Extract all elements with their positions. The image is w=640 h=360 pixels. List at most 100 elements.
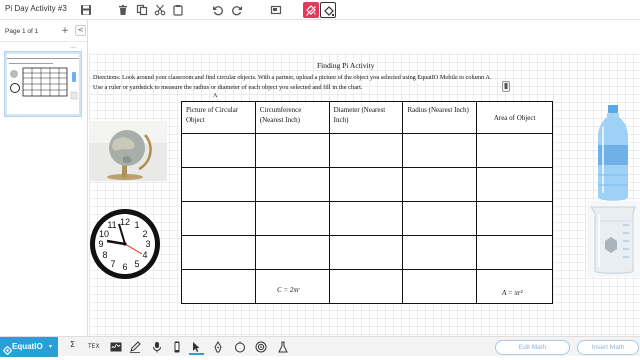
table-cell[interactable] (402, 201, 478, 236)
svg-text:6: 6 (122, 262, 127, 272)
paste-icon[interactable] (172, 4, 184, 16)
table-cell[interactable] (181, 235, 256, 270)
insert-math-button[interactable]: Insert Math (577, 340, 639, 355)
mobile-upload-icon[interactable] (502, 81, 510, 92)
header-picture: Picture of Circular Object (181, 101, 256, 134)
table-cell[interactable] (254, 133, 330, 168)
screenshot-icon[interactable] (270, 4, 282, 16)
table-cell[interactable] (402, 167, 478, 202)
table-cell[interactable] (254, 167, 330, 202)
water-bottle-image[interactable] (594, 105, 632, 205)
column-a-label: A (213, 93, 218, 99)
fill-active-icon[interactable] (303, 2, 319, 18)
table-cell[interactable] (328, 167, 404, 202)
svg-text:5: 5 (134, 259, 139, 269)
table-cell[interactable] (476, 201, 553, 236)
document-heading: Finding Pi Activity (317, 61, 375, 70)
table-cell[interactable] (402, 235, 478, 270)
active-tool-indicator (189, 353, 204, 355)
pen-tool-icon[interactable] (212, 341, 224, 353)
fill-icon[interactable] (320, 2, 336, 18)
table-row (181, 201, 553, 236)
table-cell[interactable] (181, 269, 256, 304)
wall-clock-image[interactable]: 12 1 2 345 678 9 10 11 (89, 206, 162, 282)
trash-icon[interactable] (117, 4, 129, 16)
table-row (181, 167, 553, 202)
mobile-icon[interactable] (171, 341, 183, 353)
table-cell[interactable] (328, 201, 404, 236)
equatio-brand-label: EquatIO (12, 342, 43, 351)
chevron-down-icon: ▾ (49, 343, 53, 350)
svg-text:12: 12 (120, 217, 130, 227)
microphone-icon[interactable] (151, 341, 163, 353)
svg-text:10: 10 (99, 229, 109, 239)
flask-icon[interactable] (277, 341, 289, 353)
header-radius: Radius (Nearest Inch) (402, 101, 478, 134)
table-row (181, 235, 553, 270)
cut-icon[interactable] (154, 4, 166, 16)
table-cell[interactable] (476, 167, 553, 202)
table-cell[interactable] (402, 269, 478, 304)
table-cell[interactable] (181, 167, 256, 202)
page-count-label: Page 1 of 1 (5, 28, 39, 35)
table-cell[interactable] (328, 235, 404, 270)
table-row (181, 269, 553, 304)
table-cell[interactable] (254, 201, 330, 236)
glass-beaker-image[interactable] (587, 201, 640, 277)
marker-icon[interactable] (234, 341, 246, 353)
table-cell[interactable] (254, 235, 330, 270)
area-formula[interactable]: A = πr² (502, 289, 523, 297)
directions-line-2: Use a ruler or yardstick to measure the … (93, 84, 363, 91)
edit-math-button[interactable]: Edit Math (495, 340, 570, 355)
document-title[interactable]: Pi Day Activity #3 (5, 4, 67, 13)
pen-icon[interactable] (129, 341, 141, 353)
svg-text:7: 7 (110, 259, 115, 269)
undo-icon[interactable] (212, 4, 224, 16)
latex-icon[interactable]: TEX (88, 343, 100, 350)
equatio-toolbar: EquatIO ▾ Σ TEX Edit Math Insert Math (0, 336, 640, 357)
save-icon[interactable] (80, 4, 92, 16)
table-header-row: Picture of Circular Object Circumference… (181, 101, 553, 134)
directions-line-1: Directions: Look around your classroom a… (93, 74, 492, 81)
page-panel: Page 1 of 1 + < ... (0, 20, 88, 336)
svg-text:9: 9 (98, 239, 103, 249)
svg-text:4: 4 (142, 250, 147, 260)
copy-icon[interactable] (136, 4, 148, 16)
globe-image[interactable] (89, 121, 167, 181)
table-cell[interactable] (181, 201, 256, 236)
table-cell[interactable] (328, 269, 404, 304)
math-sigma-icon[interactable]: Σ (70, 340, 75, 349)
equatio-menu-button[interactable]: EquatIO ▾ (0, 337, 58, 357)
svg-text:3: 3 (145, 239, 150, 249)
table-cell[interactable] (476, 235, 553, 270)
equatio-logo-icon (2, 342, 13, 356)
top-toolbar: Pi Day Activity #3 (0, 0, 640, 20)
table-cell[interactable] (328, 133, 404, 168)
target-icon[interactable] (255, 341, 267, 353)
table-cell[interactable] (476, 133, 553, 168)
collapse-panel-button[interactable]: < (75, 25, 86, 36)
header-area: Area of Object (476, 101, 553, 134)
page-panel-header: Page 1 of 1 + < (0, 20, 87, 42)
table-cell[interactable] (476, 269, 553, 304)
table-cell[interactable] (181, 133, 256, 168)
table-cell[interactable] (402, 133, 478, 168)
svg-text:8: 8 (102, 250, 107, 260)
svg-text:1: 1 (134, 220, 139, 230)
document-canvas[interactable]: Finding Pi Activity Directions: Look aro… (89, 20, 640, 336)
header-diameter: Diameter (Nearest Inch) (328, 101, 404, 134)
redo-icon[interactable] (231, 4, 243, 16)
page-thumbnail-preview (7, 54, 79, 114)
add-page-button[interactable]: + (60, 26, 70, 36)
page-thumbnail[interactable] (4, 51, 82, 117)
pointer-icon[interactable] (190, 341, 202, 353)
handwriting-icon[interactable] (110, 341, 122, 353)
table-row (181, 133, 553, 168)
svg-text:11: 11 (107, 220, 116, 230)
header-circumference: Circumference (Nearest Inch) (254, 101, 330, 134)
circumference-formula[interactable]: C = 2πr (277, 286, 300, 294)
measurement-table: Picture of Circular Object Circumference… (181, 101, 553, 304)
svg-text:2: 2 (142, 229, 147, 239)
thumbnail-menu-icon[interactable]: ... (70, 44, 80, 50)
canvas-header-space (89, 20, 640, 52)
